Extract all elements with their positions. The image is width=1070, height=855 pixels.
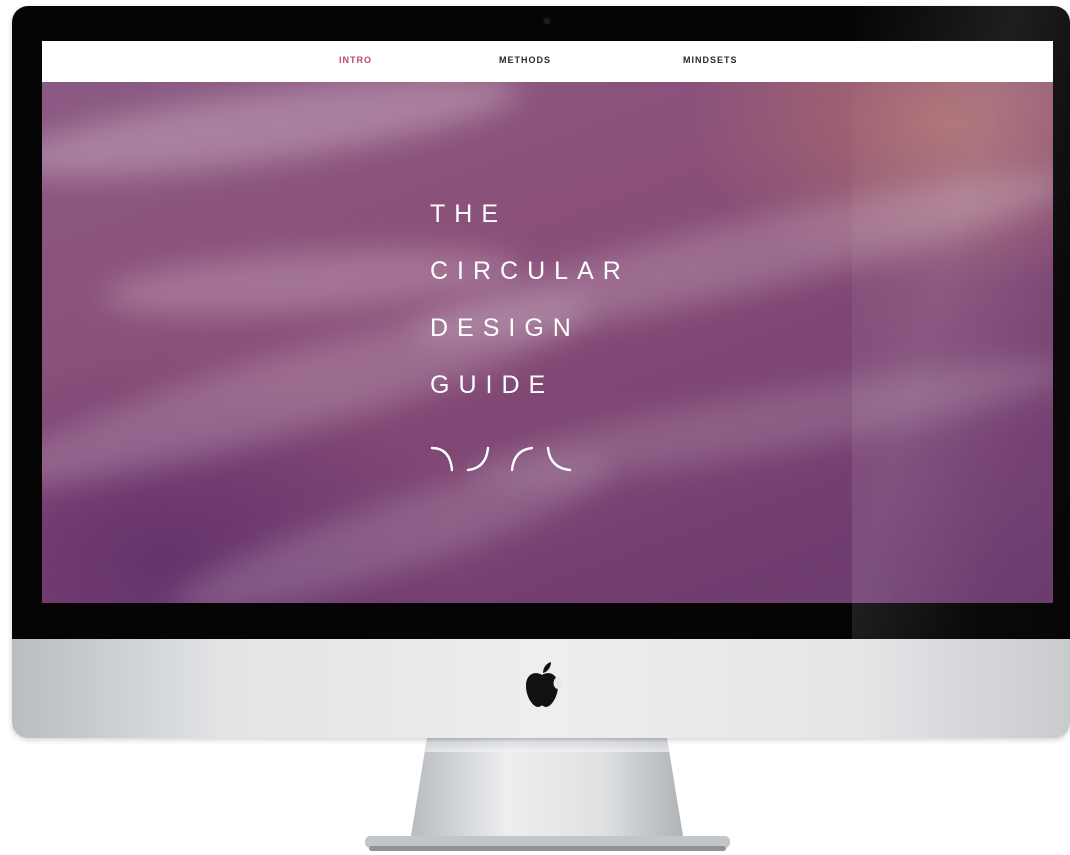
hero-title-line: CIRCULAR xyxy=(430,257,630,285)
hero-title: THE CIRCULAR DESIGN GUIDE xyxy=(430,186,630,414)
nav-mindsets-link[interactable]: MINDSETS xyxy=(683,55,738,65)
hero-title-line: THE xyxy=(430,200,507,228)
apple-logo-icon xyxy=(526,662,562,707)
screen-bezel: INTRO METHODS MINDSETS THE CIRCULAR DESI… xyxy=(12,6,1070,646)
hero-section: THE CIRCULAR DESIGN GUIDE xyxy=(42,82,1053,603)
hero-title-line: DESIGN xyxy=(430,314,580,342)
camera-icon xyxy=(544,18,550,24)
hero-title-line: GUIDE xyxy=(430,371,555,399)
four-arcs-icon xyxy=(430,446,572,472)
nav-methods-link[interactable]: METHODS xyxy=(499,55,551,65)
top-navigation: INTRO METHODS MINDSETS xyxy=(42,41,1053,82)
stage: INTRO METHODS MINDSETS THE CIRCULAR DESI… xyxy=(0,0,1070,855)
monitor-chin xyxy=(12,639,1070,738)
hero-background-streak xyxy=(42,82,525,198)
imac-monitor: INTRO METHODS MINDSETS THE CIRCULAR DESI… xyxy=(12,6,1070,738)
website-screen: INTRO METHODS MINDSETS THE CIRCULAR DESI… xyxy=(42,41,1053,603)
monitor-stand xyxy=(365,738,730,851)
nav-intro-link[interactable]: INTRO xyxy=(339,55,372,65)
